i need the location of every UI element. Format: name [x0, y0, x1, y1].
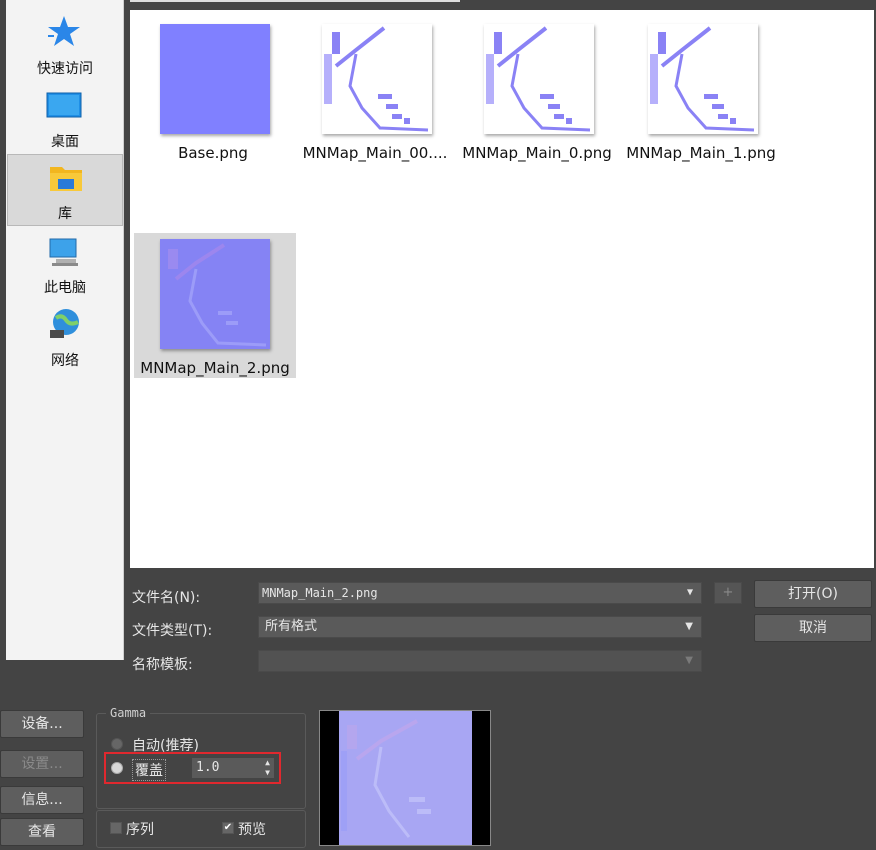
filetype-select[interactable]: 所有格式 ▼: [258, 616, 702, 638]
sidebar-item-network[interactable]: 网络: [6, 302, 124, 374]
file-item-mnmap-2[interactable]: MNMap_Main_2.png: [134, 233, 296, 378]
filename-value: MNMap_Main_2.png: [262, 586, 378, 600]
preview-label: 预览: [238, 822, 266, 838]
sequence-checkbox[interactable]: [110, 822, 122, 834]
filename-input[interactable]: MNMap_Main_2.png ▼: [258, 582, 702, 604]
file-thumbnail: [322, 24, 432, 134]
sidebar-item-library[interactable]: 库: [7, 154, 123, 226]
image-preview: [319, 710, 491, 846]
preview-image: [339, 711, 472, 845]
file-thumbnail: [160, 239, 270, 349]
file-item-mnmap-1[interactable]: MNMap_Main_1.png: [620, 12, 782, 162]
file-item-base[interactable]: Base.png: [132, 12, 294, 162]
file-name: Base.png: [178, 144, 248, 162]
spinner-arrows-icon[interactable]: ▲ ▼: [265, 758, 270, 778]
template-label: 名称模板:: [132, 657, 193, 673]
chevron-down-icon[interactable]: ▼: [685, 617, 693, 637]
sidebar-item-quick-access[interactable]: 快速访问: [6, 10, 124, 82]
chevron-down-icon: ▼: [685, 655, 693, 666]
chevron-down-icon[interactable]: ▼: [687, 583, 693, 603]
file-name: MNMap_Main_0.png: [462, 144, 612, 162]
network-globe-icon: [50, 309, 79, 338]
info-button[interactable]: 信息...: [0, 786, 84, 814]
sidebar-item-desktop[interactable]: 桌面: [6, 83, 124, 155]
sidebar-item-this-pc[interactable]: 此电脑: [6, 229, 124, 301]
gamma-override-label: 覆盖: [132, 759, 166, 781]
cancel-button[interactable]: 取消: [754, 614, 872, 642]
devices-button[interactable]: 设备...: [0, 710, 84, 738]
sidebar-item-label: 库: [58, 206, 72, 222]
file-thumbnail: [648, 24, 758, 134]
setup-button[interactable]: 设置...: [0, 750, 84, 778]
places-sidebar: 快速访问 桌面 库 此电脑 网络: [6, 0, 124, 660]
library-folder-icon: [50, 167, 82, 191]
file-list: Base.png MNMap_Main_00.... MNMap_Main_0.…: [130, 10, 874, 568]
gamma-auto-radio[interactable]: [111, 738, 123, 750]
filetype-value: 所有格式: [265, 619, 318, 634]
sequence-label: 序列: [126, 822, 154, 838]
sidebar-item-label: 快速访问: [37, 61, 93, 77]
file-thumbnail: [160, 24, 270, 134]
file-name: MNMap_Main_00....: [302, 144, 448, 162]
template-select[interactable]: ▼: [258, 650, 702, 672]
file-thumbnail: [484, 24, 594, 134]
computer-icon: [49, 238, 78, 266]
gamma-title: Gamma: [106, 706, 151, 720]
sidebar-item-label: 网络: [51, 353, 79, 369]
gamma-value: 1.0: [196, 760, 220, 775]
sidebar-item-label: 桌面: [51, 134, 79, 150]
sidebar-item-label: 此电脑: [44, 280, 86, 296]
open-button[interactable]: 打开(O): [754, 580, 872, 608]
preview-checkbox[interactable]: ✔: [222, 822, 234, 834]
desktop-icon: [46, 92, 82, 118]
view-button[interactable]: 查看: [0, 818, 84, 846]
file-name: MNMap_Main_1.png: [626, 144, 776, 162]
file-item-mnmap-00[interactable]: MNMap_Main_00....: [294, 12, 456, 162]
file-item-mnmap-0[interactable]: MNMap_Main_0.png: [456, 12, 618, 162]
file-name: MNMap_Main_2.png: [140, 359, 290, 377]
star-icon: [48, 16, 80, 46]
gamma-override-radio[interactable]: [111, 762, 123, 774]
scroll-strip: [130, 0, 460, 2]
filename-label: 文件名(N):: [132, 590, 201, 606]
add-button[interactable]: +: [714, 582, 742, 604]
gamma-value-spinner[interactable]: 1.0 ▲ ▼: [192, 758, 274, 778]
filetype-label: 文件类型(T):: [132, 623, 213, 639]
